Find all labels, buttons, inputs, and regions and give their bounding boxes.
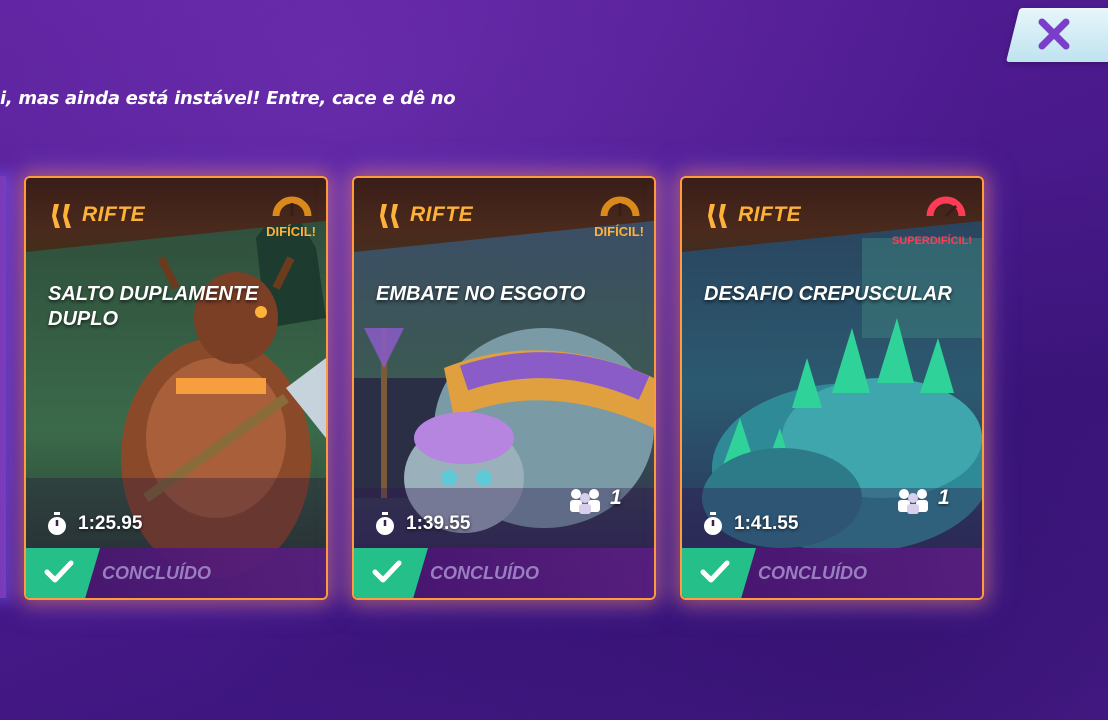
checkmark-icon bbox=[44, 560, 74, 583]
party-count: 1 bbox=[610, 486, 622, 509]
previous-card-edge[interactable] bbox=[0, 176, 6, 598]
category-label: RIFTE bbox=[82, 203, 146, 226]
status-label: CONCLUÍDO bbox=[102, 563, 211, 583]
card-title: EMBATE NO ESGOTO bbox=[376, 283, 586, 305]
difficulty-gauge-icon bbox=[272, 196, 312, 217]
rift-icon bbox=[380, 204, 399, 228]
checkmark-icon bbox=[700, 560, 730, 583]
stopwatch-icon bbox=[48, 512, 66, 535]
best-time: 1:39.55 bbox=[406, 513, 471, 534]
rift-card-2[interactable]: RIFTE DIFÍCIL! EMBATE NO ESGOTO 1 1:39.5… bbox=[354, 178, 654, 598]
stopwatch-icon bbox=[704, 512, 722, 535]
stopwatch-icon bbox=[376, 512, 394, 535]
card-title: SALTO DUPLAMENTE DUPLO bbox=[48, 283, 259, 330]
superhard-gauge-icon bbox=[926, 196, 966, 218]
status-label: CONCLUÍDO bbox=[758, 563, 867, 583]
card-title: DESAFIO CREPUSCULAR bbox=[704, 283, 952, 305]
category-label: RIFTE bbox=[410, 203, 474, 226]
party-size-icon bbox=[898, 489, 928, 514]
status-label: CONCLUÍDO bbox=[430, 563, 539, 583]
difficulty-gauge-icon bbox=[600, 196, 640, 217]
description-text: i, mas ainda está instável! Entre, cace … bbox=[0, 88, 456, 109]
best-time: 1:41.55 bbox=[734, 513, 799, 534]
rift-icon bbox=[708, 204, 727, 228]
difficulty-label: DIFÍCIL! bbox=[594, 224, 644, 239]
checkmark-icon bbox=[372, 560, 402, 583]
difficulty-label: DIFÍCIL! bbox=[266, 224, 316, 239]
close-icon[interactable] bbox=[1034, 14, 1074, 54]
rift-icon bbox=[52, 204, 71, 228]
difficulty-label: SUPERDIFÍCIL! bbox=[891, 235, 972, 247]
party-count: 1 bbox=[938, 486, 950, 509]
rift-card-1[interactable]: RIFTE DIFÍCIL! SALTO DUPLAMENTE DUPLO 1:… bbox=[26, 178, 326, 598]
party-size-icon bbox=[570, 489, 600, 514]
rift-card-3[interactable]: RIFTE SUPERDIFÍCIL! DESAFIO CREPUSCULAR … bbox=[682, 178, 982, 598]
best-time: 1:25.95 bbox=[78, 513, 143, 534]
category-label: RIFTE bbox=[738, 203, 802, 226]
